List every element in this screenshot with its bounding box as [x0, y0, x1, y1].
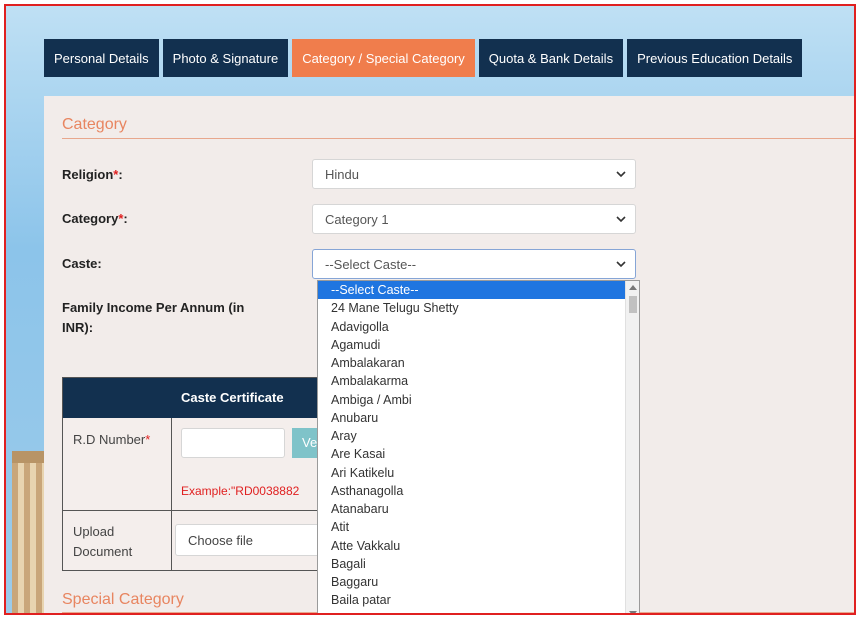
tab-category[interactable]: Category / Special Category: [292, 39, 475, 77]
rd-number-label: R.D Number*: [73, 432, 151, 447]
category-select[interactable]: Category 1: [312, 204, 636, 234]
caste-option[interactable]: 24 Mane Telugu Shetty: [318, 299, 639, 317]
caste-option[interactable]: Ambalakarma: [318, 372, 639, 390]
row-divider: [63, 510, 319, 511]
caste-option[interactable]: Aray: [318, 427, 639, 445]
caste-option[interactable]: Baggaru: [318, 573, 639, 591]
tab-quota-bank[interactable]: Quota & Bank Details: [478, 39, 624, 77]
dropdown-scrollbar[interactable]: [625, 281, 639, 613]
tab-bar: Personal Details Photo & Signature Categ…: [44, 39, 803, 77]
caste-option[interactable]: Asthanagolla: [318, 482, 639, 500]
caste-option[interactable]: Bailpatar: [318, 610, 639, 614]
tab-personal-details[interactable]: Personal Details: [44, 39, 159, 77]
choose-file-button[interactable]: Choose file: [175, 524, 321, 556]
caste-options: --Select Caste-- 24 Mane Telugu Shetty Ada…: [318, 281, 639, 614]
caste-select[interactable]: --Select Caste--: [312, 249, 636, 279]
section-divider: [62, 138, 854, 139]
caste-option[interactable]: Are Kasai: [318, 445, 639, 463]
religion-select[interactable]: Hindu: [312, 159, 636, 189]
caste-option[interactable]: Ambalakaran: [318, 354, 639, 372]
required-mark: *: [145, 432, 151, 447]
upload-document-label: Upload Document: [73, 524, 133, 559]
background-building: [12, 451, 48, 613]
caste-dropdown-list: --Select Caste-- 24 Mane Telugu Shetty Ada…: [317, 280, 640, 614]
caste-option[interactable]: Agamudi: [318, 336, 639, 354]
scroll-thumb[interactable]: [629, 296, 637, 313]
caste-certificate-table: Caste Certificate R.D Number* Verify Exa…: [62, 377, 321, 571]
caste-option[interactable]: Atit: [318, 518, 639, 536]
chevron-down-icon: [616, 261, 626, 268]
chevron-down-icon: [616, 171, 626, 178]
caste-option[interactable]: Bagali: [318, 555, 639, 573]
religion-value: Hindu: [325, 166, 359, 182]
caste-value: --Select Caste--: [325, 256, 417, 272]
tab-photo-signature[interactable]: Photo & Signature: [162, 39, 289, 77]
caste-option[interactable]: Adavigolla: [318, 318, 639, 336]
special-category-title: Special Category: [62, 591, 184, 608]
caste-option[interactable]: Ambiga / Ambi: [318, 391, 639, 409]
category-label: Category*:: [62, 211, 128, 226]
caste-option[interactable]: Ari Katikelu: [318, 464, 639, 482]
column-divider: [171, 418, 172, 570]
page-frame: Personal Details Photo & Signature Categ…: [4, 4, 856, 615]
caste-option[interactable]: Baila patar: [318, 591, 639, 609]
caste-label: Caste:: [62, 256, 102, 271]
rd-number-input[interactable]: [181, 428, 285, 458]
income-label: Family Income Per Annum (in INR):: [62, 300, 245, 335]
caste-certificate-header: Caste Certificate: [181, 390, 284, 405]
scroll-up-icon[interactable]: [629, 285, 637, 290]
chevron-down-icon: [616, 216, 626, 223]
rd-example-text: Example:"RD0038882: [181, 484, 300, 498]
category-section-title: Category: [62, 116, 127, 133]
religion-label: Religion*:: [62, 167, 123, 182]
scroll-down-icon[interactable]: [629, 611, 637, 613]
caste-option[interactable]: Atanabaru: [318, 500, 639, 518]
category-value: Category 1: [325, 211, 389, 227]
caste-option[interactable]: Anubaru: [318, 409, 639, 427]
verify-button[interactable]: Verify: [292, 428, 320, 458]
tab-previous-education[interactable]: Previous Education Details: [627, 39, 803, 77]
caste-option[interactable]: Atte Vakkalu: [318, 537, 639, 555]
caste-option[interactable]: --Select Caste--: [318, 281, 639, 300]
